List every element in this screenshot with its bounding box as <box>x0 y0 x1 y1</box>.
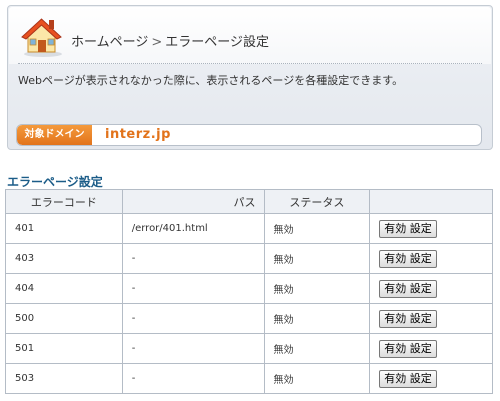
breadcrumb-separator: > <box>151 35 163 50</box>
path-cell: - <box>121 303 265 334</box>
divider <box>18 63 482 64</box>
breadcrumb-home[interactable]: ホームページ <box>71 35 148 50</box>
header-action <box>369 189 493 214</box>
error-code-cell: 500 <box>5 303 123 334</box>
header-panel: ホームページ > エラーページ設定 Webページが表示されなかった際に、表示されるペ… <box>7 5 493 150</box>
header-path: パス <box>121 189 265 214</box>
target-domain-box: 対象ドメイン interz.jp <box>16 124 482 146</box>
target-domain-label: 対象ドメイン <box>17 125 92 145</box>
status-cell: 無効 <box>263 363 371 394</box>
target-domain-value: interz.jp <box>105 127 171 142</box>
title-bar: ホームページ > エラーページ設定 <box>9 7 491 64</box>
status-cell: 無効 <box>263 243 371 274</box>
enable-setting-button[interactable]: 有効 設定 <box>379 279 437 298</box>
page-description: Webページが表示されなかった際に、表示されるページを各種設定できます。 <box>18 74 404 87</box>
path-cell: - <box>121 333 265 364</box>
error-code-cell: 404 <box>5 273 123 304</box>
table-row: 500 - 無効 有効 設定 <box>5 303 493 334</box>
status-cell: 無効 <box>263 303 371 334</box>
table-header-row: エラーコード パス ステータス <box>5 189 493 214</box>
enable-setting-button[interactable]: 有効 設定 <box>379 309 437 328</box>
action-cell: 有効 設定 <box>369 273 493 304</box>
table-row: 403 - 無効 有効 設定 <box>5 243 493 274</box>
error-code-cell: 501 <box>5 333 123 364</box>
header-error-code: エラーコード <box>5 189 123 214</box>
path-cell: /error/401.html <box>121 213 265 244</box>
action-cell: 有効 設定 <box>369 333 493 364</box>
action-cell: 有効 設定 <box>369 213 493 244</box>
error-page-table: エラーコード パス ステータス 401 /error/401.html 無効 有… <box>5 189 493 394</box>
path-cell: - <box>121 243 265 274</box>
error-code-cell: 401 <box>5 213 123 244</box>
error-code-cell: 403 <box>5 243 123 274</box>
enable-setting-button[interactable]: 有効 設定 <box>379 339 437 358</box>
header-status: ステータス <box>263 189 371 214</box>
breadcrumb-current: エラーページ設定 <box>165 35 270 50</box>
table-row: 404 - 無効 有効 設定 <box>5 273 493 304</box>
action-cell: 有効 設定 <box>369 243 493 274</box>
table-row: 503 - 無効 有効 設定 <box>5 363 493 394</box>
enable-setting-button[interactable]: 有効 設定 <box>379 249 437 268</box>
status-cell: 無効 <box>263 333 371 364</box>
path-cell: - <box>121 273 265 304</box>
error-code-cell: 503 <box>5 363 123 394</box>
enable-setting-button[interactable]: 有効 設定 <box>379 369 437 388</box>
status-cell: 無効 <box>263 273 371 304</box>
action-cell: 有効 設定 <box>369 363 493 394</box>
action-cell: 有効 設定 <box>369 303 493 334</box>
status-cell: 無効 <box>263 213 371 244</box>
section-title: エラーページ設定 <box>7 175 103 189</box>
path-cell: - <box>121 363 265 394</box>
table-row: 501 - 無効 有効 設定 <box>5 333 493 364</box>
enable-setting-button[interactable]: 有効 設定 <box>379 219 437 238</box>
breadcrumb: ホームページ > エラーページ設定 <box>71 31 269 50</box>
house-icon <box>21 18 62 57</box>
table-row: 401 /error/401.html 無効 有効 設定 <box>5 213 493 244</box>
